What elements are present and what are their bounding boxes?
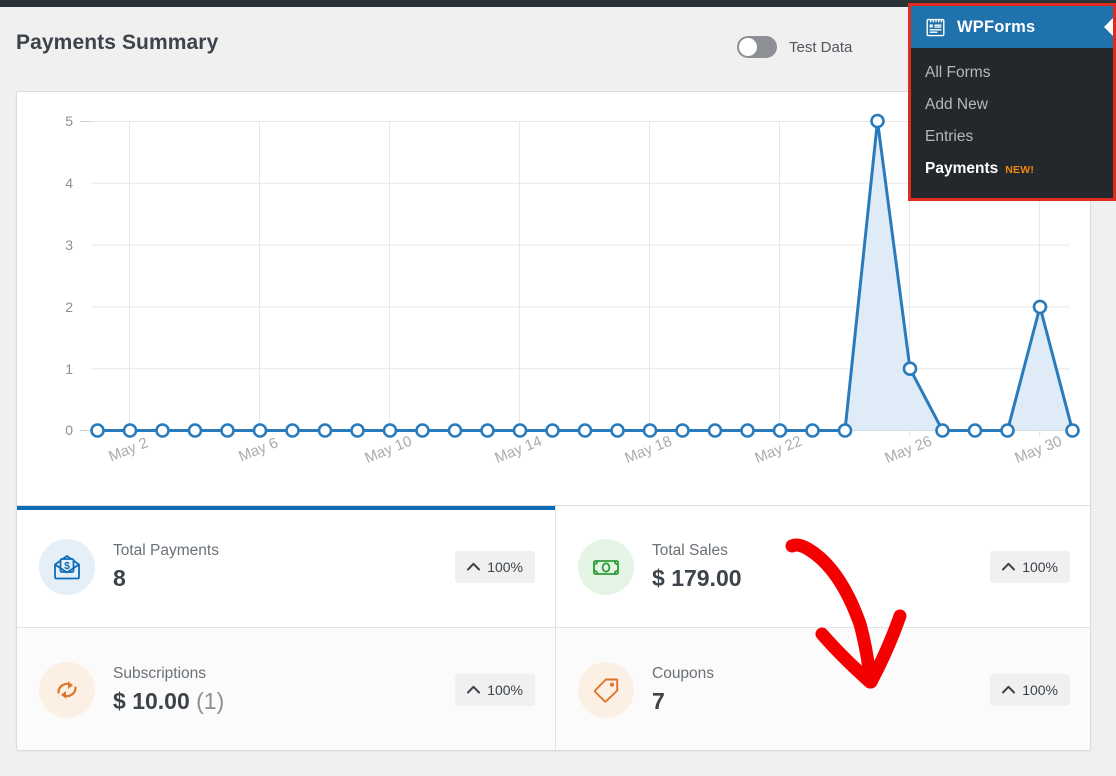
stat-value: 7	[652, 688, 990, 715]
wpforms-menu[interactable]: WPForms All Forms Add New Entries Paymen…	[908, 3, 1116, 201]
stat-body: Subscriptions $ 10.00 (1)	[113, 665, 455, 715]
svg-text:4: 4	[65, 175, 73, 191]
status-badge: 100%	[455, 673, 535, 706]
stat-label: Subscriptions	[113, 664, 207, 682]
svg-text:3: 3	[65, 237, 73, 253]
menu-item-label: Payments	[925, 160, 999, 177]
badge-text: 100%	[487, 558, 523, 575]
chevron-up-icon	[467, 562, 481, 571]
stat-card-total-sales[interactable]: Total Sales $ 179.00 100%	[556, 506, 1090, 628]
stat-value: $ 10.00 (1)	[113, 688, 455, 715]
menu-item-all-forms[interactable]: All Forms	[911, 57, 1113, 89]
stat-label: Total Sales	[652, 541, 728, 559]
menu-item-payments[interactable]: Payments NEW!	[911, 153, 1113, 185]
tag-icon	[578, 661, 634, 718]
status-badge: 100%	[990, 673, 1070, 706]
svg-text:1: 1	[65, 361, 73, 377]
envelope-dollar-icon: $	[39, 538, 95, 595]
svg-text:0: 0	[65, 422, 73, 438]
toggle-off-icon[interactable]	[737, 36, 777, 58]
stats-grid: $ Total Payments 8 100% Total Sales $ 17…	[17, 505, 1090, 750]
svg-text:2: 2	[65, 299, 73, 315]
chevron-up-icon	[1002, 562, 1016, 571]
banknote-icon	[578, 538, 634, 595]
stat-currency: $	[113, 687, 126, 714]
wpforms-menu-title: WPForms	[957, 17, 1036, 36]
badge-text: 100%	[487, 681, 523, 698]
new-badge: NEW!	[1005, 164, 1035, 176]
stat-body: Total Payments 8	[113, 542, 455, 592]
stat-card-subscriptions[interactable]: Subscriptions $ 10.00 (1) 100%	[17, 628, 556, 750]
stat-number: 8	[113, 564, 126, 591]
menu-item-add-new[interactable]: Add New	[911, 89, 1113, 121]
stat-value: $ 179.00	[652, 565, 990, 592]
stat-number: 7	[652, 687, 665, 714]
menu-item-label: Entries	[925, 128, 974, 145]
stat-currency: $	[652, 564, 665, 591]
stat-value: 8	[113, 565, 455, 592]
stat-number: 10.00	[132, 687, 190, 714]
status-badge: 100%	[990, 550, 1070, 583]
chevron-up-icon	[1002, 685, 1016, 694]
stat-body: Total Sales $ 179.00	[652, 542, 990, 592]
page-title: Payments Summary	[16, 31, 219, 54]
svg-text:5: 5	[65, 113, 73, 129]
stat-card-total-payments[interactable]: $ Total Payments 8 100%	[17, 506, 556, 628]
badge-text: 100%	[1022, 558, 1058, 575]
clipboard-form-icon	[924, 16, 946, 38]
test-data-label: Test Data	[789, 38, 853, 56]
stat-label: Total Payments	[113, 541, 219, 559]
wpforms-menu-items: All Forms Add New Entries Payments NEW!	[911, 48, 1113, 198]
toggle-knob	[739, 38, 757, 56]
menu-item-label: All Forms	[925, 64, 991, 81]
stat-card-coupons[interactable]: Coupons 7 100%	[556, 628, 1090, 750]
menu-item-label: Add New	[925, 96, 988, 113]
stat-label: Coupons	[652, 664, 715, 682]
recurring-arrows-icon	[39, 661, 95, 718]
payments-summary-screen: Payments Summary Test Data 5 4 3 2 1 0 M…	[0, 0, 1116, 776]
menu-item-entries[interactable]: Entries	[911, 121, 1113, 153]
test-data-toggle[interactable]: Test Data	[737, 36, 852, 58]
stat-body: Coupons 7	[652, 665, 990, 715]
wpforms-menu-header[interactable]: WPForms	[911, 6, 1113, 48]
arrow-left-icon[interactable]	[1104, 18, 1113, 36]
chevron-up-icon	[467, 685, 481, 694]
badge-text: 100%	[1022, 681, 1058, 698]
stat-suffix: (1)	[196, 687, 225, 714]
svg-text:$: $	[64, 560, 70, 572]
status-badge: 100%	[455, 550, 535, 583]
stat-number: 179.00	[671, 564, 742, 591]
